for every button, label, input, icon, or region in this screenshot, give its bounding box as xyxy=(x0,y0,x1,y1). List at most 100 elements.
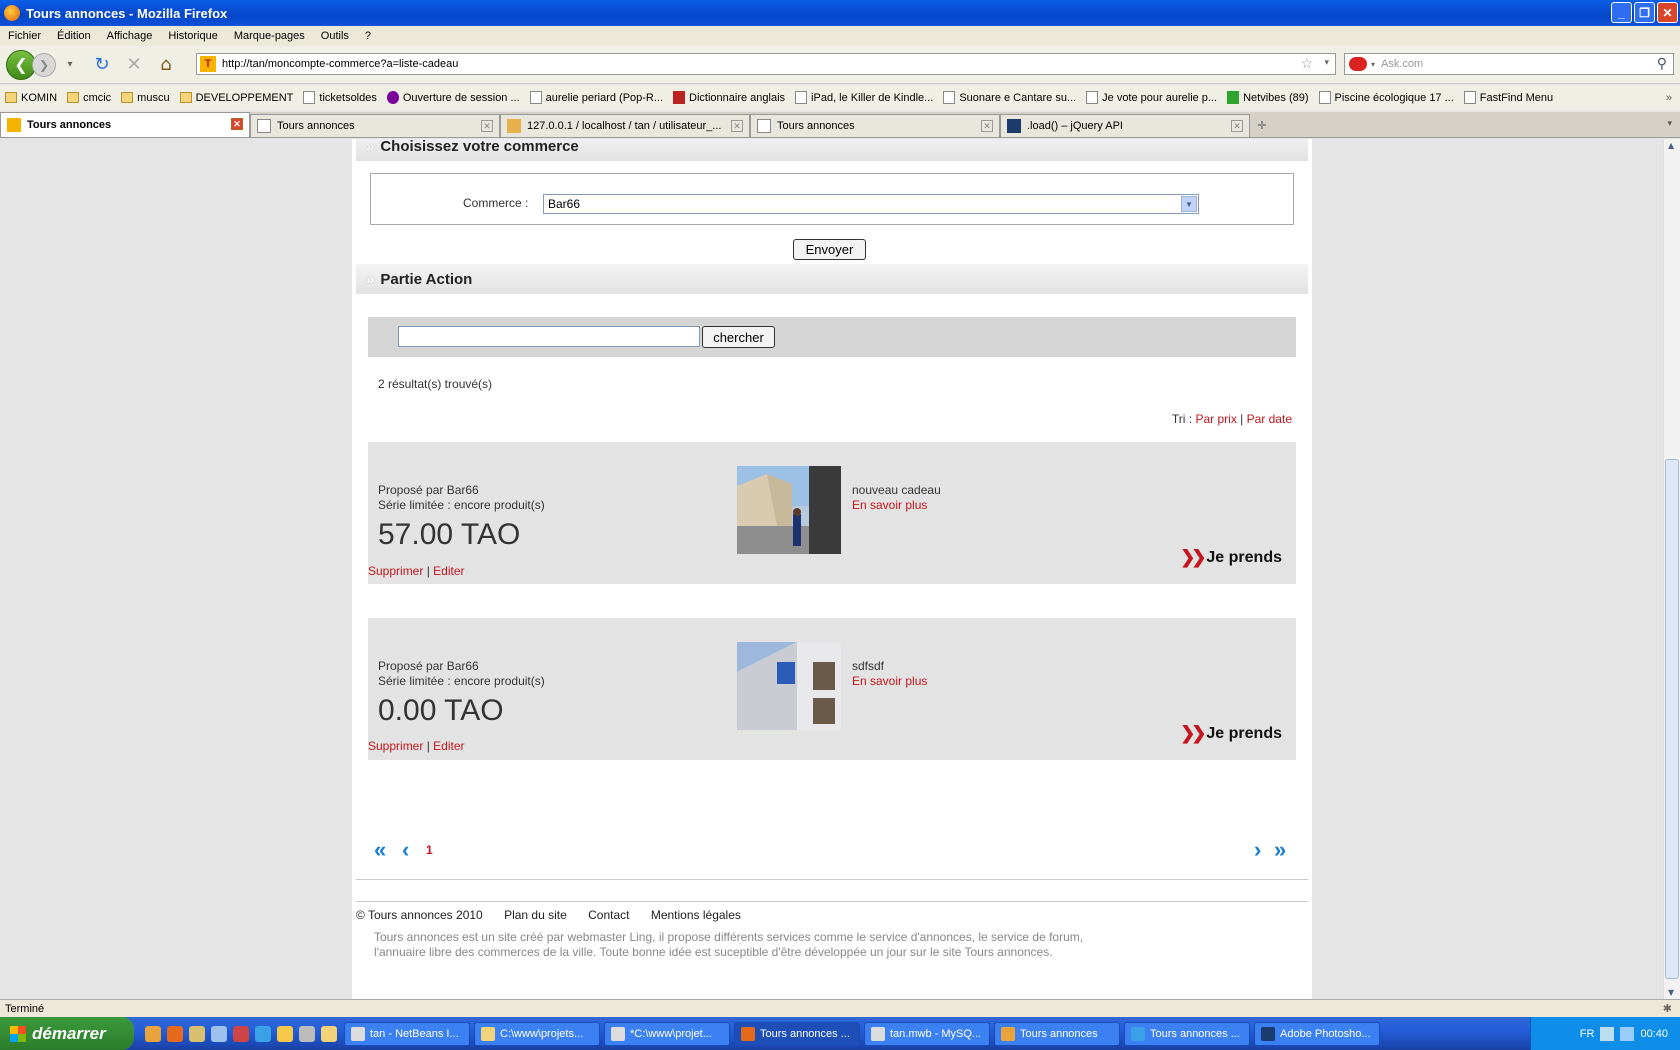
delete-link[interactable]: Supprimer xyxy=(368,739,423,753)
learn-more-link[interactable]: En savoir plus xyxy=(852,498,941,513)
ie-icon[interactable] xyxy=(255,1025,271,1042)
bookmark-yahoo-session[interactable]: Ouverture de session ... xyxy=(386,91,520,104)
item-photo[interactable] xyxy=(737,466,841,554)
search-button[interactable]: chercher xyxy=(702,326,775,348)
resize-grip-icon[interactable]: ✱ xyxy=(1663,1002,1672,1015)
firefox-quicklaunch-icon[interactable] xyxy=(167,1025,183,1042)
learn-more-link[interactable]: En savoir plus xyxy=(852,674,927,689)
taskbar-notepad[interactable]: *C:\www\projet... xyxy=(604,1021,730,1046)
sort-by-price-link[interactable]: Par prix xyxy=(1195,412,1236,426)
minimize-button[interactable]: _ xyxy=(1611,2,1632,23)
tray-icon[interactable] xyxy=(1620,1026,1635,1041)
taskbar-ie[interactable]: Tours annonces ... xyxy=(1124,1021,1250,1046)
bookmark-komin[interactable]: KOMIN xyxy=(5,92,57,104)
tab-phpmyadmin[interactable]: 127.0.0.1 / localhost / tan / utilisateu… xyxy=(500,114,750,137)
home-icon[interactable]: ⌂ xyxy=(154,53,178,77)
vertical-scrollbar[interactable]: ▲ ▼ xyxy=(1663,139,1680,999)
users-icon[interactable] xyxy=(189,1025,205,1042)
sitemap-link[interactable]: Plan du site xyxy=(504,908,567,922)
bookmark-suonare[interactable]: Suonare e Cantare su... xyxy=(943,91,1076,104)
url-dropdown-icon[interactable]: ▾ xyxy=(1324,57,1329,68)
disk-icon[interactable] xyxy=(299,1025,315,1042)
menu-help[interactable]: ? xyxy=(365,30,371,42)
tray-icon[interactable] xyxy=(1600,1026,1615,1041)
bookmark-dictionnaire[interactable]: Dictionnaire anglais xyxy=(673,91,785,104)
folder-icon[interactable] xyxy=(321,1025,337,1042)
menu-tools[interactable]: Outils xyxy=(321,30,349,42)
menu-view[interactable]: Affichage xyxy=(107,30,153,42)
take-button[interactable]: ❯❯ Je prends xyxy=(1180,547,1282,568)
menu-history[interactable]: Historique xyxy=(168,30,218,42)
taskbar-photoshop[interactable]: Adobe Photosho... xyxy=(1254,1021,1380,1046)
legal-link[interactable]: Mentions légales xyxy=(651,908,741,922)
bookmark-netvibes[interactable]: Netvibes (89) xyxy=(1227,91,1309,104)
menu-edit[interactable]: Édition xyxy=(57,30,91,42)
tab-jquery-load[interactable]: .load() – jQuery API ✕ xyxy=(1000,114,1250,137)
search-placeholder[interactable]: Ask.com xyxy=(1381,58,1423,70)
reload-icon[interactable]: ↻ xyxy=(90,53,114,77)
language-indicator[interactable]: FR xyxy=(1580,1028,1595,1040)
history-dropdown-icon[interactable]: ▾ xyxy=(58,53,82,77)
media-icon[interactable] xyxy=(233,1025,249,1042)
sort-by-date-link[interactable]: Par date xyxy=(1247,412,1292,426)
first-page-icon[interactable]: « xyxy=(374,839,386,861)
search-icon[interactable]: ⚲ xyxy=(1657,55,1667,72)
scrollbar-thumb[interactable] xyxy=(1665,459,1679,979)
more-bookmarks-icon[interactable]: » xyxy=(1666,92,1672,104)
close-tab-icon[interactable]: ✕ xyxy=(481,120,493,132)
menu-file[interactable]: Fichier xyxy=(8,30,41,42)
taskbar-netbeans[interactable]: tan - NetBeans I... xyxy=(344,1021,470,1046)
menu-bookmarks[interactable]: Marque-pages xyxy=(234,30,305,42)
chevron-down-icon[interactable]: ▼ xyxy=(1181,196,1197,212)
close-tab-icon[interactable]: ✕ xyxy=(231,118,243,130)
bookmark-cmcic[interactable]: cmcic xyxy=(67,92,111,104)
next-page-icon[interactable]: › xyxy=(1254,839,1261,861)
ask-engine-icon[interactable] xyxy=(1349,57,1367,71)
last-page-icon[interactable]: » xyxy=(1274,839,1286,861)
tab-tours-annonces-active[interactable]: Tours annonces ✕ xyxy=(0,112,250,137)
taskbar-explorer-1[interactable]: C:\www\projets... xyxy=(474,1021,600,1046)
start-button[interactable]: démarrer xyxy=(0,1017,134,1050)
url-bar[interactable]: T http://tan/moncompte-commerce?a=liste-… xyxy=(196,53,1336,75)
close-tab-icon[interactable]: ✕ xyxy=(731,120,743,132)
network-icon[interactable] xyxy=(211,1025,227,1042)
close-tab-icon[interactable]: ✕ xyxy=(981,120,993,132)
scroll-down-icon[interactable]: ▼ xyxy=(1668,988,1674,997)
bookmark-fastfind[interactable]: FastFind Menu xyxy=(1463,91,1553,104)
bookmark-developpement[interactable]: DEVELOPPEMENT xyxy=(179,92,293,104)
new-tab-icon[interactable]: ✛ xyxy=(1250,114,1274,137)
bookmark-ticketsoldes[interactable]: ticketsoldes xyxy=(303,91,377,104)
bookmark-piscine[interactable]: Piscine écologique 17 ... xyxy=(1318,91,1454,104)
bookmark-ipad[interactable]: iPad, le Killer de Kindle... xyxy=(795,91,933,104)
current-page-number[interactable]: 1 xyxy=(426,843,433,857)
take-button[interactable]: ❯❯ Je prends xyxy=(1180,723,1282,744)
maximize-button[interactable]: ❐ xyxy=(1634,2,1655,23)
search-bar[interactable]: ▾ Ask.com ⚲ xyxy=(1344,53,1674,75)
commerce-select[interactable]: Bar66 ▼ xyxy=(543,194,1199,214)
edit-link[interactable]: Editer xyxy=(433,739,464,753)
scroll-up-icon[interactable]: ▲ xyxy=(1668,141,1674,150)
bookmark-star-icon[interactable]: ☆ xyxy=(1300,55,1313,72)
ie8-icon[interactable] xyxy=(277,1025,293,1042)
tab-tours-annonces-3[interactable]: Tours annonces ✕ xyxy=(750,114,1000,137)
bookmark-muscu[interactable]: muscu xyxy=(121,92,170,104)
close-window-button[interactable]: ✕ xyxy=(1657,2,1678,23)
delete-link[interactable]: Supprimer xyxy=(368,564,423,578)
contact-link[interactable]: Contact xyxy=(588,908,629,922)
send-button[interactable]: Envoyer xyxy=(793,239,866,260)
close-tab-icon[interactable]: ✕ xyxy=(1231,120,1243,132)
stop-icon[interactable]: ✕ xyxy=(122,53,146,77)
taskbar-mysql[interactable]: tan.mwb - MySQ... xyxy=(864,1021,990,1046)
previous-page-icon[interactable]: ‹ xyxy=(402,839,409,861)
url-text[interactable]: http://tan/moncompte-commerce?a=liste-ca… xyxy=(222,58,458,70)
engine-dropdown-icon[interactable]: ▾ xyxy=(1371,60,1375,69)
forward-button[interactable]: ❯ xyxy=(32,52,56,77)
taskbar-firefox[interactable]: Tours annonces ... xyxy=(734,1021,860,1046)
taskbar-chrome[interactable]: Tours annonces xyxy=(994,1021,1120,1046)
bookmark-aurelie[interactable]: aurelie periard (Pop-R... xyxy=(529,91,663,104)
item-photo[interactable] xyxy=(737,642,841,730)
bookmark-je-vote[interactable]: Je vote pour aurelie p... xyxy=(1086,91,1217,104)
tab-list-icon[interactable]: ▾ xyxy=(1667,118,1672,129)
chrome-icon[interactable] xyxy=(145,1025,161,1042)
tab-tours-annonces-2[interactable]: Tours annonces ✕ xyxy=(250,114,500,137)
